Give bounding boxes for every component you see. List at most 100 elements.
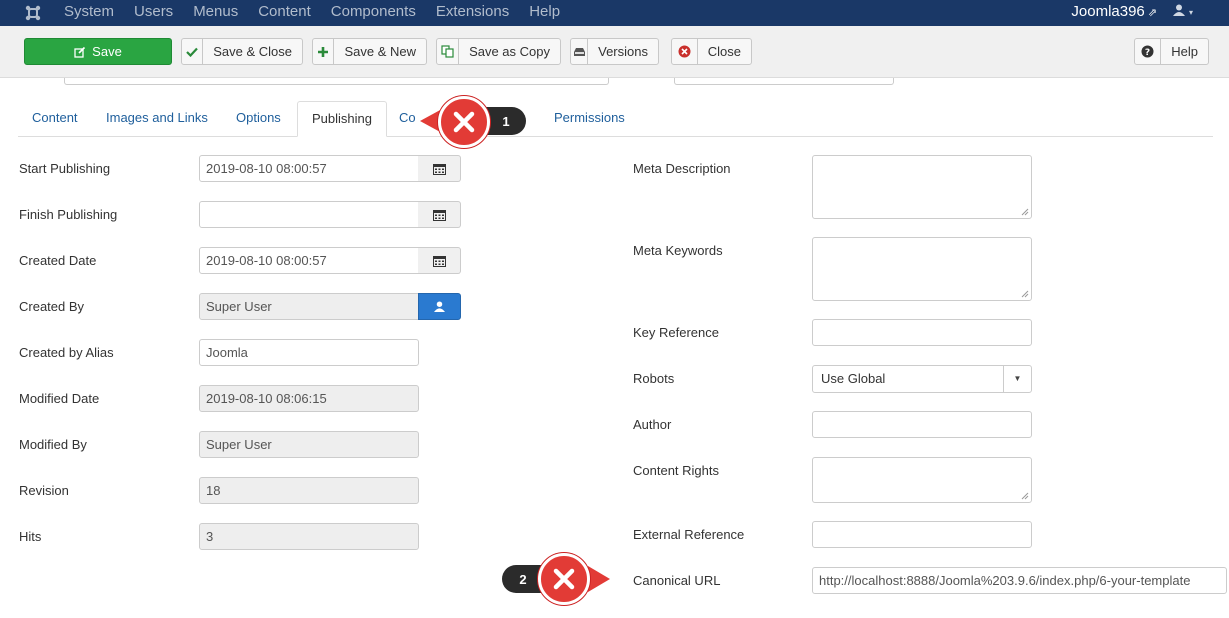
robots-label: Robots [633, 371, 675, 386]
tab-content[interactable]: Content [32, 101, 78, 137]
chevron-down-icon[interactable]: ▼ [1003, 366, 1031, 392]
title-input-partial[interactable] [64, 78, 609, 85]
save-label: Save [92, 44, 122, 59]
menu-help[interactable]: Help [529, 0, 560, 26]
modified-by-label: Modified By [19, 437, 87, 452]
save-as-copy-label: Save as Copy [469, 44, 550, 59]
start-publishing-calendar-button[interactable] [418, 155, 461, 182]
save-as-copy-button[interactable]: Save as Copy [436, 38, 561, 65]
tab-configure-edit-screen[interactable]: Co [399, 101, 416, 137]
save-and-close-button[interactable]: Save & Close [181, 38, 303, 65]
cancel-circle-icon [672, 39, 698, 64]
external-reference-label: External Reference [633, 527, 745, 542]
start-publishing-input[interactable]: 2019-08-10 08:00:57 [199, 155, 419, 182]
save-and-close-label: Save & Close [213, 44, 292, 59]
user-icon [434, 301, 445, 312]
annotation-marker-2: 2 [502, 552, 614, 606]
created-date-calendar-button[interactable] [418, 247, 461, 274]
menu-menus[interactable]: Menus [193, 0, 238, 26]
modified-by-input: Super User [199, 431, 419, 458]
menu-users[interactable]: Users [134, 0, 173, 26]
help-button[interactable]: ? Help [1134, 38, 1209, 65]
versions-button[interactable]: Versions [570, 38, 659, 65]
menu-extensions[interactable]: Extensions [436, 0, 509, 26]
alias-input-partial[interactable] [674, 78, 894, 85]
site-link[interactable]: Joomla396 ⇗ [1071, 0, 1157, 25]
chevron-down-icon: ▾ [1188, 8, 1193, 18]
edit-icon [74, 39, 86, 64]
select-user-button[interactable] [418, 293, 461, 320]
calendar-icon [432, 255, 446, 267]
created-date-input[interactable]: 2019-08-10 08:00:57 [199, 247, 419, 274]
start-publishing-label: Start Publishing [19, 161, 111, 176]
save-and-new-label: Save & New [344, 44, 416, 59]
revision-label: Revision [19, 483, 69, 498]
question-icon: ? [1135, 39, 1162, 64]
hits-input: 3 [199, 523, 419, 550]
close-x-icon [538, 553, 590, 605]
robots-select[interactable]: Use Global ▼ [812, 365, 1032, 393]
close-label: Close [707, 44, 741, 59]
meta-keywords-label: Meta Keywords [633, 243, 723, 258]
copy-icon [437, 39, 460, 64]
help-label: Help [1171, 44, 1198, 59]
created-date-label: Created Date [19, 253, 97, 268]
resize-grip-icon[interactable] [1021, 290, 1029, 298]
key-reference-input[interactable] [812, 319, 1032, 346]
save-button[interactable]: Save [24, 38, 172, 65]
canonical-url-input[interactable]: http://localhost:8888/Joomla%203.9.6/ind… [812, 567, 1227, 594]
created-by-input: Super User [199, 293, 419, 320]
modified-date-label: Modified Date [19, 391, 100, 406]
tab-publishing[interactable]: Publishing [297, 101, 387, 137]
finish-publishing-input[interactable] [199, 201, 419, 228]
author-label: Author [633, 417, 672, 432]
external-reference-input[interactable] [812, 521, 1032, 548]
svg-text:?: ? [1145, 48, 1150, 58]
content-rights-label: Content Rights [633, 463, 719, 478]
canonical-url-label: Canonical URL [633, 573, 721, 588]
hits-label: Hits [19, 529, 42, 544]
tab-images-and-links[interactable]: Images and Links [106, 101, 208, 137]
annotation-marker-1: 1 [420, 95, 530, 149]
calendar-icon [432, 209, 446, 221]
tab-permissions[interactable]: Permissions [554, 101, 625, 137]
content-rights-textarea[interactable] [812, 457, 1032, 503]
finish-publishing-calendar-button[interactable] [418, 201, 461, 228]
user-icon [1172, 4, 1185, 16]
save-and-new-button[interactable]: Save & New [312, 38, 427, 65]
finish-publishing-label: Finish Publishing [19, 207, 118, 222]
key-reference-label: Key Reference [633, 325, 719, 340]
toolbar: Save Save & Close Save & New Save as Cop… [0, 26, 1229, 78]
revision-input: 18 [199, 477, 419, 504]
resize-grip-icon[interactable] [1021, 208, 1029, 216]
plus-icon [313, 39, 335, 64]
created-by-alias-label: Created by Alias [19, 345, 114, 360]
created-by-alias-input[interactable]: Joomla [199, 339, 419, 366]
resize-grip-icon[interactable] [1021, 492, 1029, 500]
check-icon [182, 39, 204, 64]
author-input[interactable] [812, 411, 1032, 438]
menu-content[interactable]: Content [258, 0, 311, 26]
modified-date-input: 2019-08-10 08:06:15 [199, 385, 419, 412]
user-menu[interactable]: ▾ [1172, 4, 1193, 19]
joomla-logo-icon[interactable] [24, 4, 42, 22]
menu-system[interactable]: System [64, 0, 114, 26]
admin-menubar: System Users Menus Content Components Ex… [0, 0, 1229, 26]
archive-icon [571, 39, 589, 64]
close-button[interactable]: Close [671, 38, 752, 65]
marker-pointer-icon [588, 566, 610, 592]
versions-label: Versions [598, 44, 648, 59]
external-link-icon: ⇗ [1147, 7, 1157, 19]
close-x-icon [438, 96, 490, 148]
robots-selected-value: Use Global [821, 371, 886, 386]
tab-options[interactable]: Options [236, 101, 281, 137]
meta-description-textarea[interactable] [812, 155, 1032, 219]
main-menu: System Users Menus Content Components Ex… [64, 0, 580, 26]
site-name: Joomla396 [1071, 3, 1145, 20]
calendar-icon [432, 163, 446, 175]
tab-bar: Content Images and Links Options Publish… [18, 101, 1213, 137]
meta-description-label: Meta Description [633, 161, 731, 176]
meta-keywords-textarea[interactable] [812, 237, 1032, 301]
menu-components[interactable]: Components [331, 0, 416, 26]
created-by-label: Created By [19, 299, 85, 314]
